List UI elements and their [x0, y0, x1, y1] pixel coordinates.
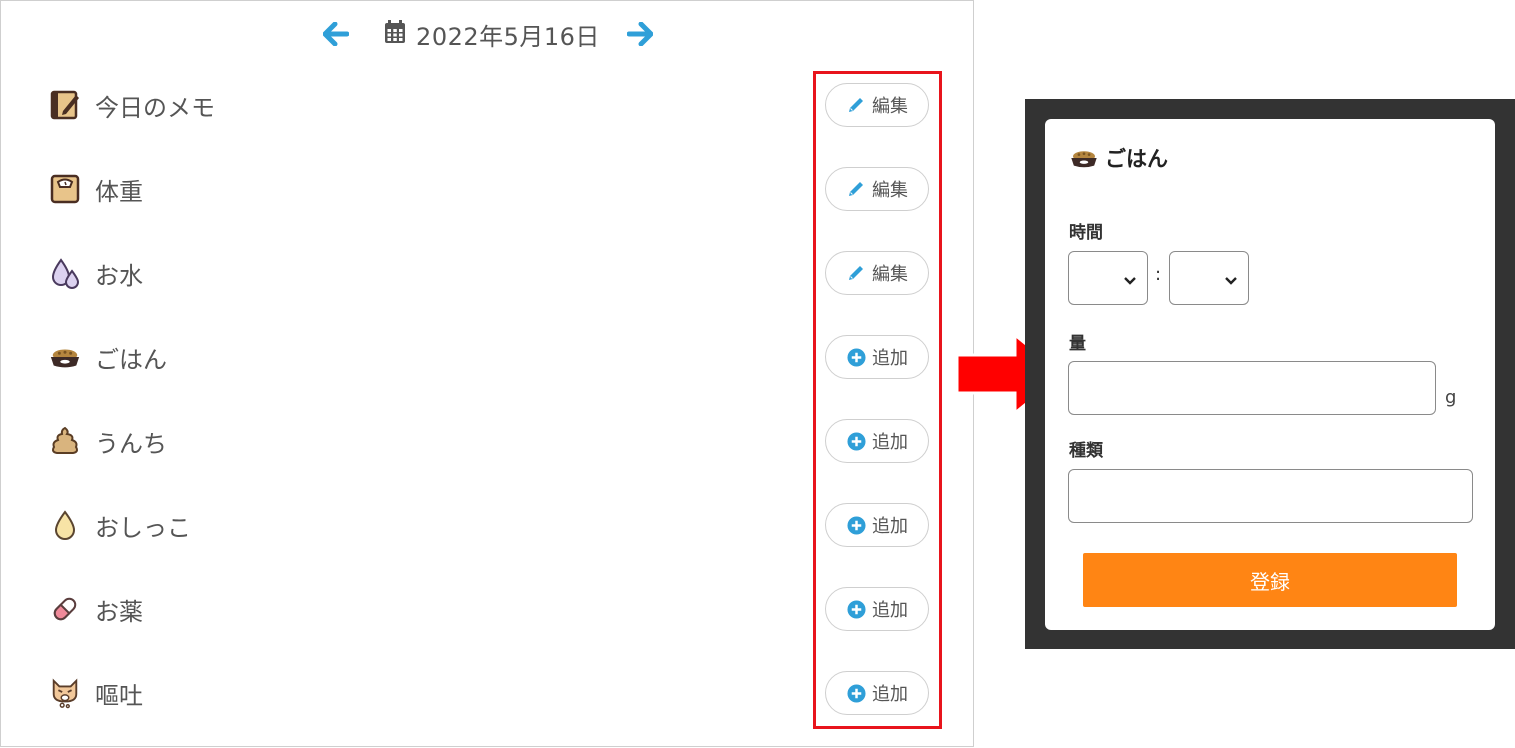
record-label: お薬 [95, 597, 143, 626]
record-label: 嘔吐 [95, 681, 143, 710]
arrow-right-icon[interactable] [626, 20, 654, 48]
arrow-left-icon[interactable] [322, 20, 350, 48]
minute-select[interactable] [1169, 251, 1249, 305]
plus-circle-icon [846, 599, 866, 619]
daily-record-panel: 2022年5月16日 今日のメモ 編集 体重 編集 お水 編集 ごはん 追加 う… [0, 0, 974, 747]
add-food-button[interactable]: 追加 [825, 335, 929, 379]
record-label: お水 [95, 261, 143, 290]
amount-input[interactable] [1068, 361, 1436, 415]
date-text: 2022年5月16日 [416, 22, 600, 51]
record-label: 今日のメモ [95, 93, 215, 122]
pencil-icon [846, 263, 866, 283]
pencil-icon [846, 95, 866, 115]
amount-unit: g [1445, 387, 1457, 408]
add-poop-button[interactable]: 追加 [825, 419, 929, 463]
hour-select[interactable] [1068, 251, 1148, 305]
add-vomit-button[interactable]: 追加 [825, 671, 929, 715]
scale-icon [49, 173, 81, 205]
kind-label: 種類 [1069, 441, 1103, 461]
list-item: ごはん 追加 [1, 315, 975, 399]
pencil-icon [846, 179, 866, 199]
current-date: 2022年5月16日 [384, 17, 600, 52]
edit-weight-button[interactable]: 編集 [825, 167, 929, 211]
plus-circle-icon [846, 347, 866, 367]
button-label: 追加 [872, 516, 908, 537]
button-label: 編集 [872, 96, 908, 117]
modal-backdrop: ごはん 時間 : 量 g 種類 登録 [1025, 99, 1515, 649]
edit-memo-button[interactable]: 編集 [825, 83, 929, 127]
list-item: お薬 追加 [1, 567, 975, 651]
food-bowl-icon [49, 341, 81, 373]
water-drops-icon [49, 257, 81, 289]
pill-icon [49, 593, 81, 625]
dialog-title-text: ごはん [1105, 147, 1168, 171]
button-label: 追加 [872, 348, 908, 369]
record-list: 今日のメモ 編集 体重 編集 お水 編集 ごはん 追加 うんち 追加 おしっこ … [1, 63, 975, 735]
list-item: おしっこ 追加 [1, 483, 975, 567]
button-label: 編集 [872, 180, 908, 201]
register-button[interactable]: 登録 [1083, 553, 1457, 607]
kind-input[interactable] [1068, 469, 1473, 523]
list-item: お水 編集 [1, 231, 975, 315]
record-label: 体重 [95, 177, 143, 206]
chevron-down-icon [1224, 271, 1238, 290]
button-label: 編集 [872, 264, 908, 285]
register-button-label: 登録 [1250, 569, 1290, 594]
list-item: うんち 追加 [1, 399, 975, 483]
dialog-title: ごはん [1069, 143, 1168, 173]
list-item: 今日のメモ 編集 [1, 63, 975, 147]
poop-icon [49, 425, 81, 457]
vomit-cat-icon [49, 677, 81, 709]
time-label: 時間 [1069, 223, 1103, 243]
record-label: おしっこ [95, 513, 191, 542]
edit-water-button[interactable]: 編集 [825, 251, 929, 295]
list-item: 体重 編集 [1, 147, 975, 231]
button-label: 追加 [872, 684, 908, 705]
button-label: 追加 [872, 432, 908, 453]
plus-circle-icon [846, 683, 866, 703]
record-label: うんち [95, 429, 167, 458]
food-bowl-icon [1069, 147, 1099, 169]
food-entry-dialog: ごはん 時間 : 量 g 種類 登録 [1045, 119, 1495, 630]
calendar-icon [384, 20, 406, 48]
time-separator: : [1155, 264, 1162, 285]
add-medicine-button[interactable]: 追加 [825, 587, 929, 631]
button-label: 追加 [872, 600, 908, 621]
plus-circle-icon [846, 515, 866, 535]
memo-icon [49, 89, 81, 121]
plus-circle-icon [846, 431, 866, 451]
urine-drop-icon [49, 509, 81, 541]
date-navigation: 2022年5月16日 [1, 15, 975, 53]
record-label: ごはん [95, 345, 167, 374]
add-urine-button[interactable]: 追加 [825, 503, 929, 547]
amount-label: 量 [1069, 334, 1086, 354]
chevron-down-icon [1123, 271, 1137, 290]
list-item: 嘔吐 追加 [1, 651, 975, 735]
